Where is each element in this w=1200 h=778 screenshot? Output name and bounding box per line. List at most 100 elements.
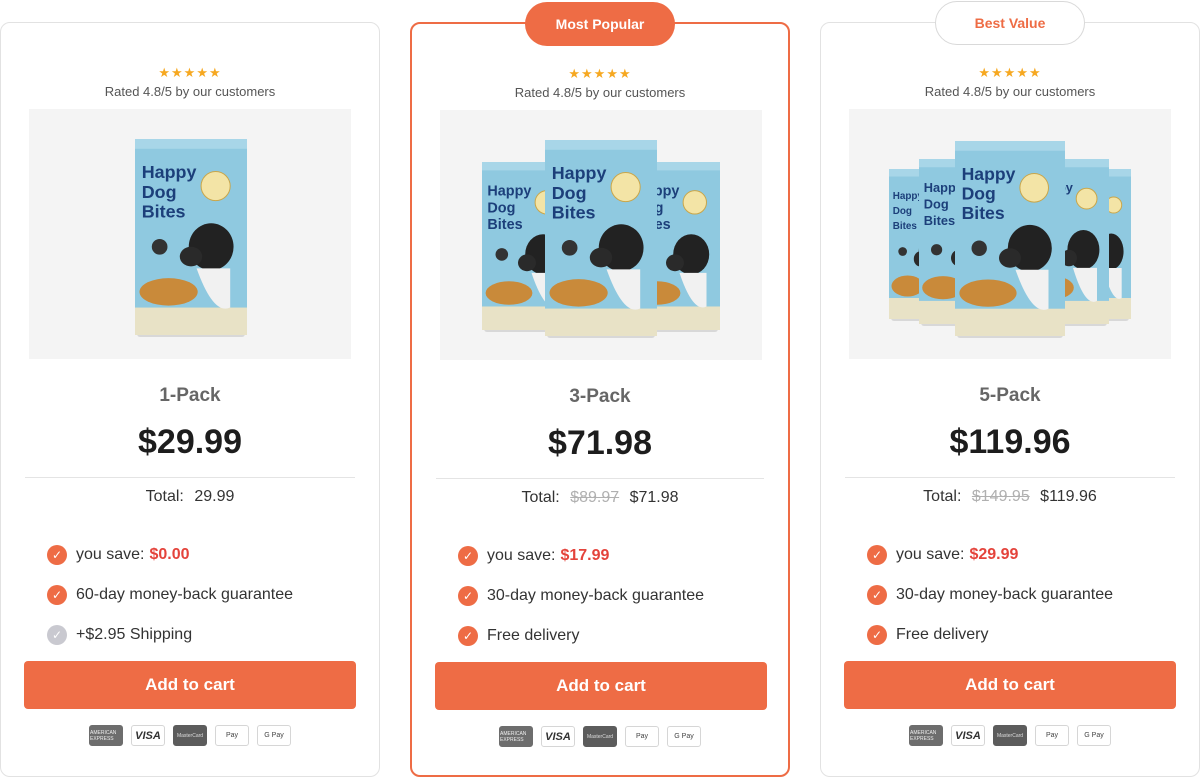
svg-text:Bites: Bites [552,202,596,222]
mastercard-icon: MasterCard [583,726,617,747]
add-to-cart-button[interactable]: Add to cart [844,661,1176,709]
total-old-price: $89.97 [570,489,620,506]
pack-price: $29.99 [138,423,242,461]
svg-text:Dog: Dog [962,184,996,204]
best-value-badge: Best Value [935,1,1085,45]
delivery-text: Free delivery [487,627,580,644]
total-line: Total: $89.97 $71.98 [412,489,788,507]
pack-name: 3-Pack [569,386,631,407]
svg-text:Dog: Dog [893,206,912,217]
divider [25,477,355,478]
apple-pay-icon: Pay [1035,725,1069,746]
rating-stars: ★★★★★ [978,65,1042,80]
check-circle-icon: ✓ [867,585,887,605]
total-now: $119.96 [1040,488,1097,505]
check-circle-muted-icon: ✓ [47,625,67,645]
total-line: Total: 29.99 [1,488,379,506]
feature-list: ✓ you save: $29.99 ✓ 30-day money-back g… [867,535,1179,655]
rating-text: Rated 4.8/5 by our customers [924,84,1096,99]
total-now: $71.98 [629,489,679,506]
svg-text:Bites: Bites [893,221,918,232]
google-pay-icon: G Pay [667,726,701,747]
rating-text: Rated 4.8/5 by our customers [514,85,686,100]
rating-text: Rated 4.8/5 by our customers [104,84,276,99]
amex-icon: AMERICAN EXPRESS [499,726,533,747]
feature-guarantee: ✓ 30-day money-back guarantee [867,575,1179,615]
save-value: $29.99 [969,546,1019,563]
check-circle-icon: ✓ [47,545,67,565]
feature-delivery: ✓ Free delivery [867,615,1179,655]
save-label: you save: [487,547,556,564]
rating-stars: ★★★★★ [568,66,632,81]
feature-savings: ✓ you save: $17.99 [458,536,768,576]
dog-food-bag: HappyDogBites [955,141,1065,338]
total-label: Total: [923,488,962,505]
save-label: you save: [896,546,965,563]
svg-text:Dog: Dog [924,197,949,212]
svg-text:Bites: Bites [142,201,186,221]
check-circle-icon: ✓ [867,545,887,565]
pack-name: 5-Pack [979,385,1041,406]
add-to-cart-button[interactable]: Add to cart [435,662,767,710]
save-label: you save: [76,546,145,563]
check-circle-icon: ✓ [867,625,887,645]
pack-price: $119.96 [949,423,1071,461]
pricing-card-3-pack: Most Popular ★★★★★ Rated 4.8/5 by our cu… [410,2,790,777]
visa-icon: VISA [541,726,575,747]
add-to-cart-button[interactable]: Add to cart [24,661,356,709]
feature-delivery: ✓ +$2.95 Shipping [47,615,359,655]
product-image: HappyDogBitesHappyDogBitesHappyDogBitesH… [849,109,1171,359]
pricing-card-1-pack: ★★★★★ Rated 4.8/5 by our customers Happy… [0,22,380,777]
total-old-price: $149.95 [971,488,1030,505]
total-label: Total: [521,489,560,506]
svg-text:Happy: Happy [552,163,607,183]
save-value: $0.00 [149,546,190,563]
mastercard-icon: MasterCard [993,725,1027,746]
delivery-text: Free delivery [896,626,989,643]
check-circle-icon: ✓ [458,626,478,646]
rating-stars: ★★★★★ [158,65,222,80]
feature-list: ✓ you save: $17.99 ✓ 30-day money-back g… [458,536,768,656]
svg-text:Bites: Bites [962,203,1005,223]
apple-pay-icon: Pay [625,726,659,747]
guarantee-text: 30-day money-back guarantee [487,587,705,604]
check-circle-icon: ✓ [458,586,478,606]
pricing-card-5-pack: Best Value ★★★★★ Rated 4.8/5 by our cust… [820,1,1200,777]
svg-text:Bites: Bites [487,217,522,233]
dog-food-bag: HappyDogBites [135,139,247,337]
total-label: Total: [145,488,184,505]
divider [845,477,1175,478]
google-pay-icon: G Pay [1077,725,1111,746]
pack-price: $71.98 [548,424,652,462]
svg-text:Dog: Dog [487,200,515,216]
payment-methods: AMERICAN EXPRESS VISA MasterCard Pay G Pay [821,725,1199,746]
feature-guarantee: ✓ 60-day money-back guarantee [47,575,359,615]
payment-methods: AMERICAN EXPRESS VISA MasterCard Pay G Pay [1,725,379,746]
svg-text:Happy: Happy [487,184,531,200]
apple-pay-icon: Pay [215,725,249,746]
feature-delivery: ✓ Free delivery [458,616,768,656]
dog-food-bag: HappyDogBites [545,140,657,338]
svg-text:Happy: Happy [142,162,197,182]
svg-text:Happy: Happy [893,191,924,202]
feature-list: ✓ you save: $0.00 ✓ 60-day money-back gu… [47,535,359,655]
svg-text:Bites: Bites [924,213,955,228]
product-image: HappyDogBitesHappyDogBitesHappyDogBites [440,110,762,360]
save-value: $17.99 [560,547,610,564]
amex-icon: AMERICAN EXPRESS [89,725,123,746]
visa-icon: VISA [131,725,165,746]
svg-text:Dog: Dog [142,182,177,202]
svg-text:Dog: Dog [552,183,587,203]
product-image: Happy Dog Bites [29,109,351,359]
feature-savings: ✓ you save: $0.00 [47,535,359,575]
mastercard-icon: MasterCard [173,725,207,746]
svg-text:Happy: Happy [962,164,1016,184]
visa-icon: VISA [951,725,985,746]
delivery-text: +$2.95 Shipping [76,626,193,643]
pack-name: 1-Pack [159,385,221,406]
divider [436,478,764,479]
check-circle-icon: ✓ [458,546,478,566]
most-popular-badge: Most Popular [525,2,675,46]
total-line: Total: $149.95 $119.96 [821,488,1199,506]
guarantee-text: 30-day money-back guarantee [896,586,1114,603]
